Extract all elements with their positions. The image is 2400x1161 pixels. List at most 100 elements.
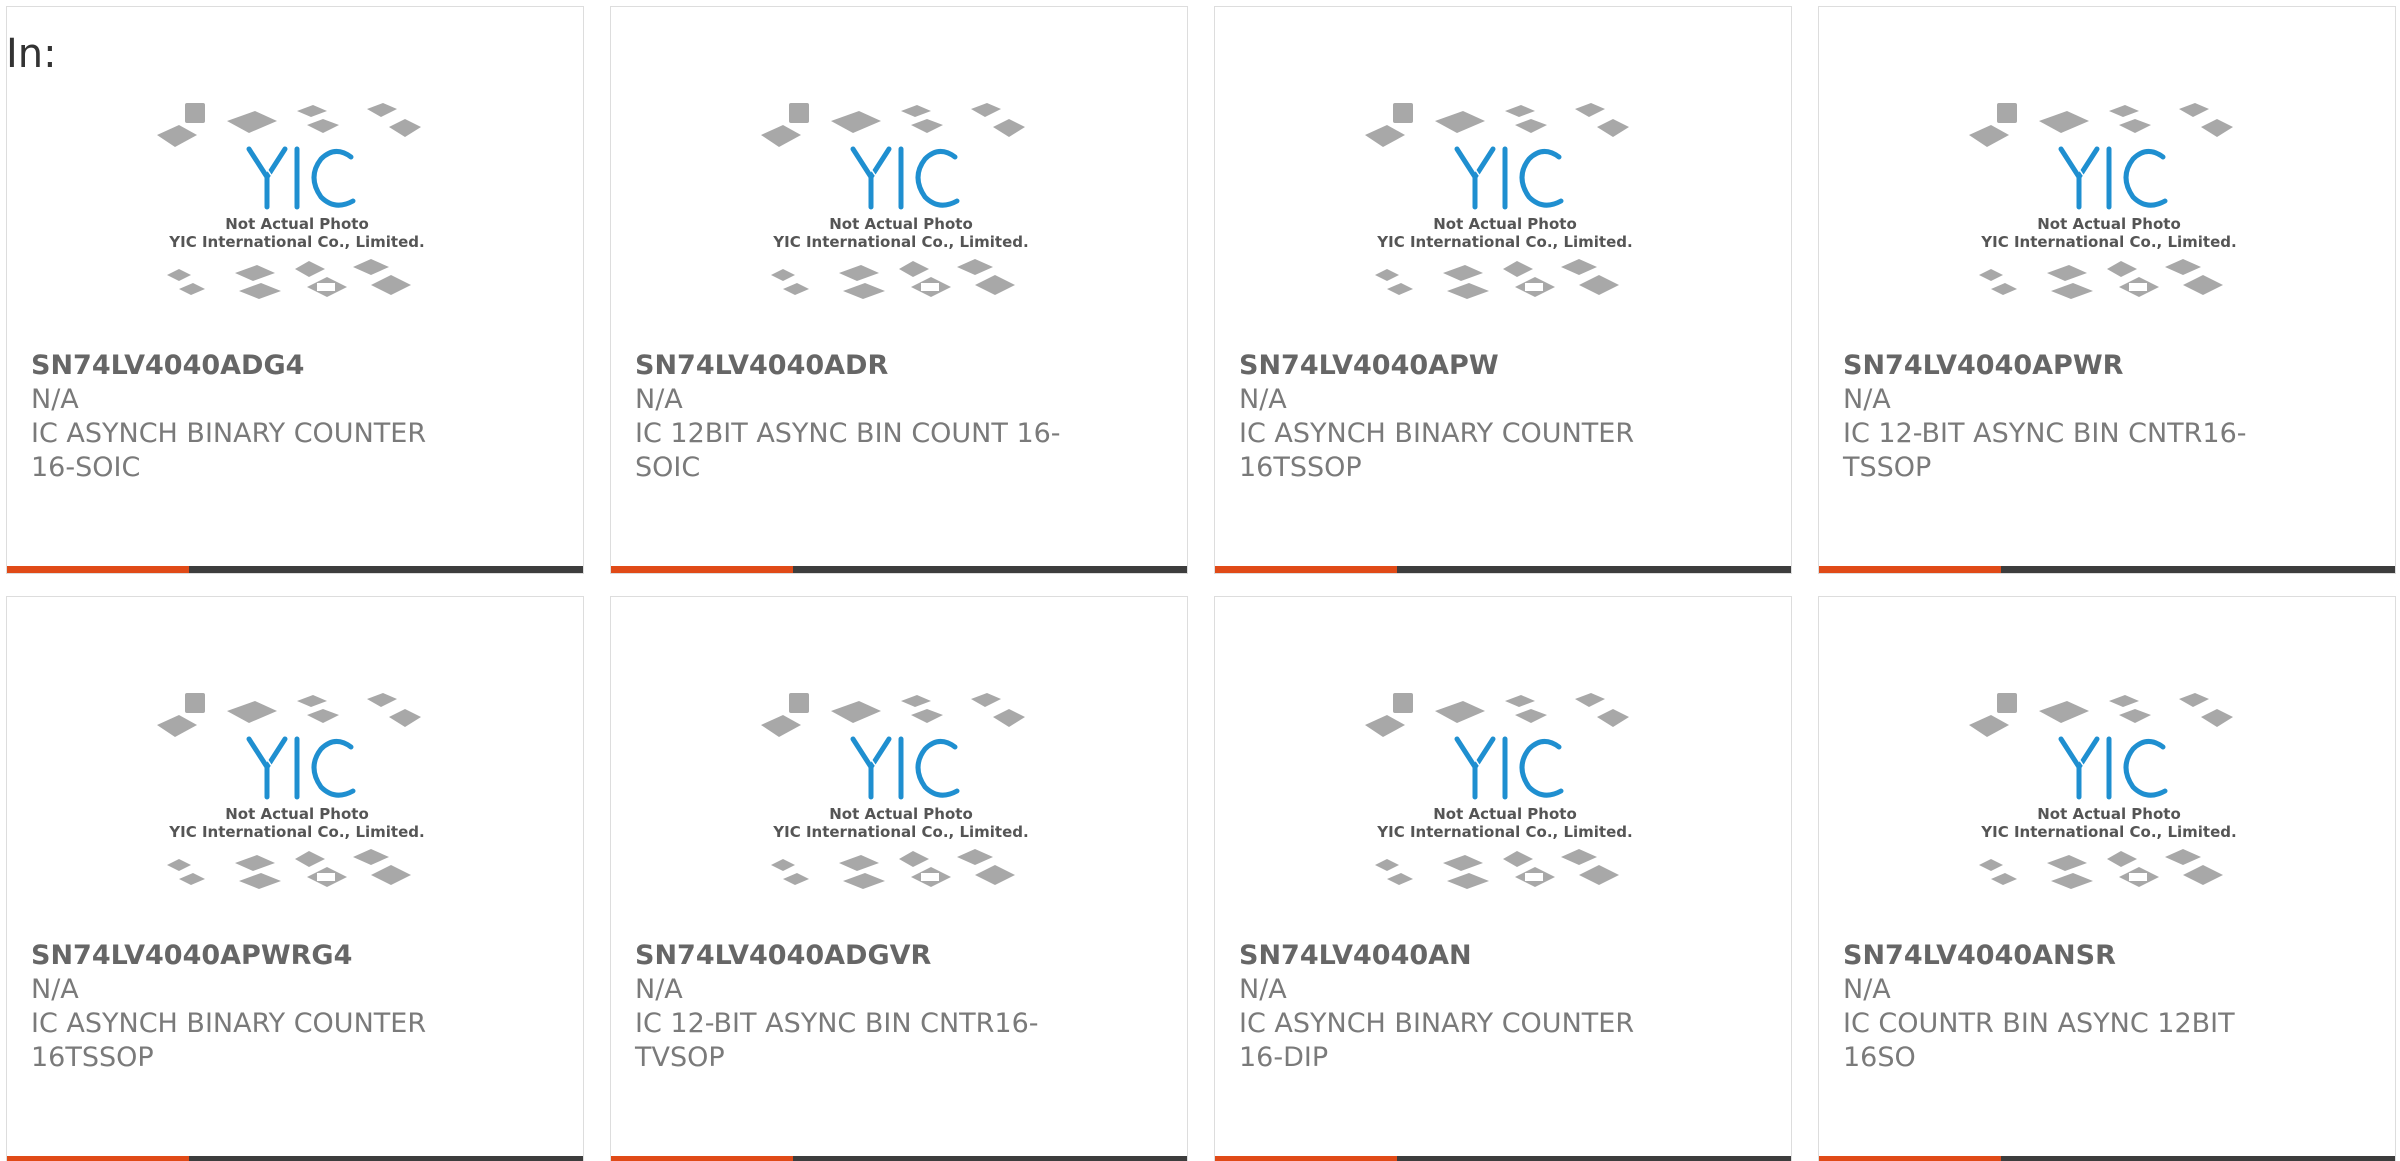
description: IC COUNTR BIN ASYNC 12BIT 16SO — [1843, 1008, 2235, 1073]
manufacturer: N/A — [31, 384, 79, 415]
product-card[interactable]: Not Actual Photo YIC International Co., … — [1818, 6, 2396, 574]
manufacturer: N/A — [1239, 384, 1287, 415]
yic-logo-icon — [246, 146, 356, 210]
thumbnail-caption-line1: Not Actual Photo — [829, 215, 973, 233]
product-info: SN74LV4040ADG4 N/A IC ASYNCH BINARY COUN… — [31, 349, 461, 485]
card-bottom-bar — [1215, 1156, 1791, 1161]
chip-packages-bottom-icon — [167, 849, 411, 889]
in-label: In: — [6, 31, 57, 77]
product-info: SN74LV4040ADGVR N/A IC 12-BIT ASYNC BIN … — [635, 939, 1065, 1075]
manufacturer: N/A — [1239, 974, 1287, 1005]
manufacturer: N/A — [31, 974, 79, 1005]
part-number[interactable]: SN74LV4040ADGVR — [635, 939, 1065, 973]
card-bottom-bar — [7, 566, 583, 573]
product-card[interactable]: Not Actual Photo YIC International Co., … — [1214, 596, 1792, 1161]
product-card[interactable]: Not Actual Photo YIC International Co., … — [1214, 6, 1792, 574]
product-card[interactable]: Not Actual Photo YIC International Co., … — [610, 596, 1188, 1161]
description: IC ASYNCH BINARY COUNTER 16-DIP — [1239, 1008, 1635, 1073]
part-number[interactable]: SN74LV4040ANSR — [1843, 939, 2273, 973]
yic-logo-icon — [850, 146, 960, 210]
description: IC 12-BIT ASYNC BIN CNTR16-TVSOP — [635, 1008, 1039, 1073]
card-bottom-bar-accent — [611, 566, 793, 573]
chip-packages-top-icon — [1365, 103, 1629, 147]
product-info: SN74LV4040APWRG4 N/A IC ASYNCH BINARY CO… — [31, 939, 461, 1075]
product-info: SN74LV4040ANSR N/A IC COUNTR BIN ASYNC 1… — [1843, 939, 2273, 1075]
description: IC 12-BIT ASYNC BIN CNTR16-TSSOP — [1843, 418, 2247, 483]
manufacturer: N/A — [1843, 974, 1891, 1005]
product-card[interactable]: Not Actual Photo YIC International Co., … — [6, 596, 584, 1161]
product-info: SN74LV4040ADR N/A IC 12BIT ASYNC BIN COU… — [635, 349, 1065, 485]
chip-packages-bottom-icon — [1979, 849, 2223, 889]
description: IC ASYNCH BINARY COUNTER 16TSSOP — [31, 1008, 427, 1073]
chip-packages-bottom-icon — [1375, 259, 1619, 299]
product-info: SN74LV4040AN N/A IC ASYNCH BINARY COUNTE… — [1239, 939, 1669, 1075]
description: IC ASYNCH BINARY COUNTER 16-SOIC — [31, 418, 427, 483]
chip-packages-top-icon — [157, 103, 421, 147]
part-number[interactable]: SN74LV4040APWRG4 — [31, 939, 461, 973]
thumbnail-caption-line1: Not Actual Photo — [225, 805, 369, 823]
product-list-page: In: Not Actual Photo YIC International C… — [0, 0, 2400, 1161]
card-bottom-bar-accent — [611, 1156, 793, 1161]
chip-packages-bottom-icon — [771, 849, 1015, 889]
thumbnail-caption-line1: Not Actual Photo — [2037, 805, 2181, 823]
yic-logo-icon — [1454, 736, 1564, 800]
chip-packages-top-icon — [1969, 693, 2233, 737]
chip-packages-top-icon — [761, 103, 1025, 147]
card-bottom-bar — [1819, 566, 2395, 573]
product-thumbnail: Not Actual Photo YIC International Co., … — [157, 103, 425, 299]
thumbnail-caption-line2: YIC International Co., Limited. — [1376, 233, 1632, 251]
product-thumbnail: Not Actual Photo YIC International Co., … — [761, 693, 1029, 889]
thumbnail-caption-line2: YIC International Co., Limited. — [1980, 233, 2236, 251]
product-card[interactable]: Not Actual Photo YIC International Co., … — [6, 6, 584, 574]
card-bottom-bar — [611, 1156, 1187, 1161]
product-thumbnail: Not Actual Photo YIC International Co., … — [1969, 103, 2237, 299]
chip-packages-top-icon — [157, 693, 421, 737]
card-bottom-bar — [7, 1156, 583, 1161]
card-bottom-bar-accent — [1215, 566, 1397, 573]
product-card[interactable]: Not Actual Photo YIC International Co., … — [1818, 596, 2396, 1161]
part-number[interactable]: SN74LV4040APWR — [1843, 349, 2273, 383]
chip-packages-top-icon — [761, 693, 1025, 737]
chip-packages-bottom-icon — [167, 259, 411, 299]
thumbnail-caption-line1: Not Actual Photo — [829, 805, 973, 823]
yic-logo-icon — [850, 736, 960, 800]
part-number[interactable]: SN74LV4040AN — [1239, 939, 1669, 973]
thumbnail-caption-line1: Not Actual Photo — [1433, 805, 1577, 823]
card-bottom-bar-accent — [1819, 566, 2001, 573]
product-thumbnail: Not Actual Photo YIC International Co., … — [157, 693, 425, 889]
product-thumbnail: Not Actual Photo YIC International Co., … — [761, 103, 1029, 299]
chip-packages-top-icon — [1365, 693, 1629, 737]
card-bottom-bar-accent — [1819, 1156, 2001, 1161]
chip-packages-bottom-icon — [1979, 259, 2223, 299]
thumbnail-caption-line2: YIC International Co., Limited. — [168, 823, 424, 841]
card-bottom-bar — [611, 566, 1187, 573]
part-number[interactable]: SN74LV4040APW — [1239, 349, 1669, 383]
manufacturer: N/A — [1843, 384, 1891, 415]
product-thumbnail: Not Actual Photo YIC International Co., … — [1365, 693, 1633, 889]
yic-logo-icon — [2058, 146, 2168, 210]
chip-packages-bottom-icon — [771, 259, 1015, 299]
card-bottom-bar — [1215, 566, 1791, 573]
product-thumbnail: Not Actual Photo YIC International Co., … — [1365, 103, 1633, 299]
chip-packages-top-icon — [1969, 103, 2233, 147]
manufacturer: N/A — [635, 384, 683, 415]
thumbnail-caption-line2: YIC International Co., Limited. — [168, 233, 424, 251]
chip-packages-bottom-icon — [1375, 849, 1619, 889]
yic-logo-icon — [2058, 736, 2168, 800]
product-thumbnail: Not Actual Photo YIC International Co., … — [1969, 693, 2237, 889]
product-grid: Not Actual Photo YIC International Co., … — [6, 6, 2400, 1161]
part-number[interactable]: SN74LV4040ADR — [635, 349, 1065, 383]
card-bottom-bar-accent — [7, 566, 189, 573]
thumbnail-caption-line1: Not Actual Photo — [2037, 215, 2181, 233]
card-bottom-bar — [1819, 1156, 2395, 1161]
product-card[interactable]: Not Actual Photo YIC International Co., … — [610, 6, 1188, 574]
thumbnail-caption-line1: Not Actual Photo — [225, 215, 369, 233]
part-number[interactable]: SN74LV4040ADG4 — [31, 349, 461, 383]
thumbnail-caption-line2: YIC International Co., Limited. — [1376, 823, 1632, 841]
card-bottom-bar-accent — [1215, 1156, 1397, 1161]
thumbnail-caption-line2: YIC International Co., Limited. — [772, 823, 1028, 841]
card-bottom-bar-accent — [7, 1156, 189, 1161]
description: IC 12BIT ASYNC BIN COUNT 16-SOIC — [635, 418, 1061, 483]
product-info: SN74LV4040APWR N/A IC 12-BIT ASYNC BIN C… — [1843, 349, 2273, 485]
manufacturer: N/A — [635, 974, 683, 1005]
